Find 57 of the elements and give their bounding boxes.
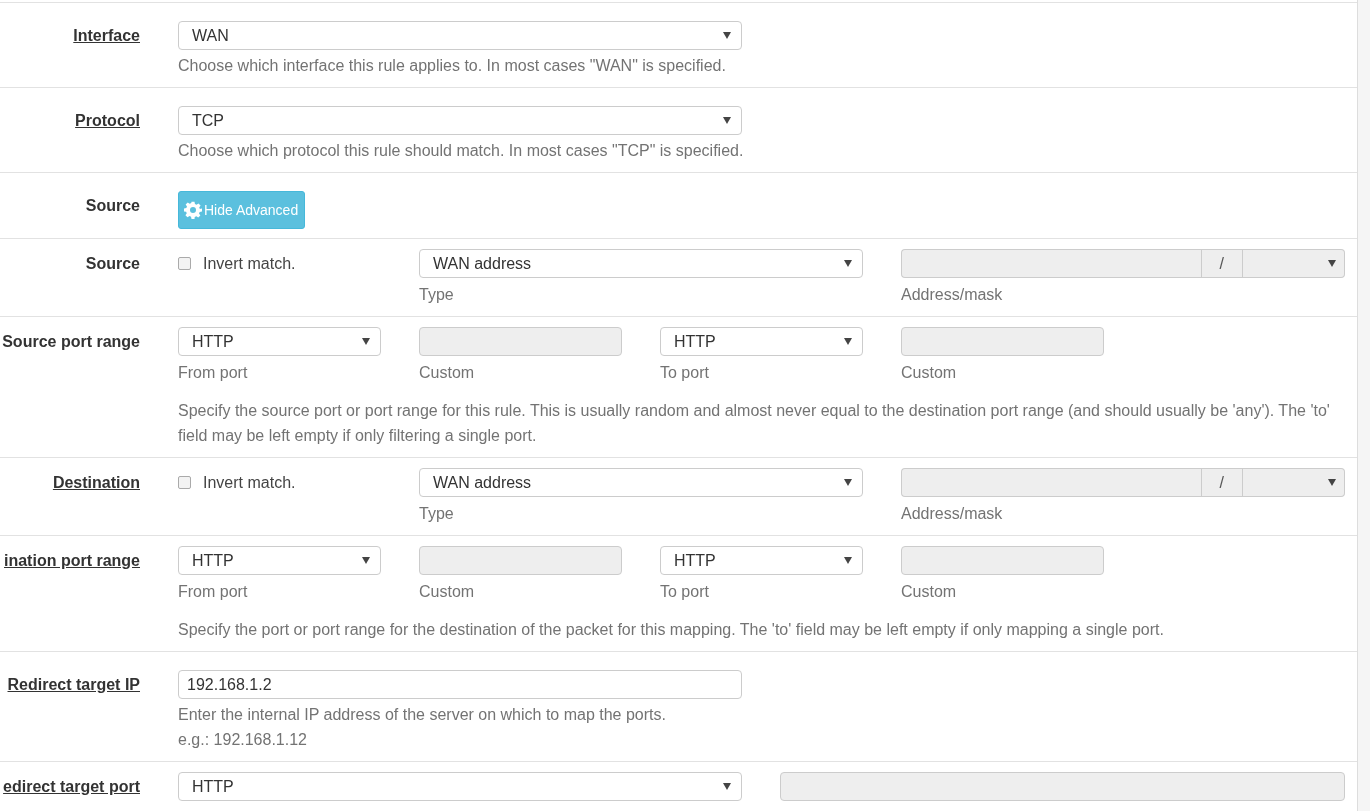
- checkbox[interactable]: [178, 257, 191, 270]
- label-link[interactable]: Protocol: [75, 112, 140, 129]
- help-text: Specify the source port or port range for this rule. This is usually random and almost never equal to the destination port range (and should usually be 'any'). The 'to' field may be left empty if only filtering a single port.: [178, 401, 1331, 446]
- caret-icon: [723, 32, 731, 39]
- caret-icon: [723, 117, 731, 124]
- checkbox-label: Invert match.: [203, 254, 296, 273]
- caret-icon: [1328, 260, 1336, 267]
- example-text: e.g.: 192.168.1.12: [178, 730, 308, 750]
- caret-icon: [723, 783, 731, 790]
- select-field[interactable]: WAN address: [419, 249, 863, 278]
- label-link[interactable]: edirect target port: [3, 778, 140, 795]
- field-label: Source: [85, 255, 140, 272]
- select-field[interactable]: HTTP: [660, 327, 863, 356]
- field-caption: Custom: [419, 363, 476, 383]
- select-field[interactable]: TCP: [178, 106, 742, 135]
- caret-icon: [844, 260, 852, 267]
- select-field[interactable]: HTTP: [178, 772, 742, 801]
- label-link[interactable]: Interface: [73, 27, 140, 44]
- caret-icon: [362, 338, 370, 345]
- select-field[interactable]: HTTP: [178, 327, 381, 356]
- select-field[interactable]: HTTP: [660, 546, 863, 575]
- slash-text: /: [1219, 473, 1224, 492]
- field-caption: From port: [178, 363, 249, 383]
- field-caption: To port: [660, 363, 710, 383]
- help-text: Choose which protocol this rule should match. In most cases "TCP" is specified.: [178, 141, 745, 161]
- field-caption: Address/mask: [901, 285, 1004, 305]
- mask-select[interactable]: [1243, 468, 1345, 497]
- field-label: Source: [85, 197, 140, 214]
- label-link[interactable]: Redirect target IP: [7, 676, 140, 693]
- caret-icon: [362, 557, 370, 564]
- field-caption: From port: [178, 582, 249, 602]
- field-caption: Type: [419, 504, 455, 524]
- help-text: Enter the internal IP address of the server on which to map the ports.: [178, 705, 667, 725]
- field-caption: Custom: [419, 582, 476, 602]
- gear-icon: [184, 201, 202, 219]
- checkbox[interactable]: [178, 476, 191, 489]
- checkbox-label: Invert match.: [203, 473, 296, 492]
- mask-select[interactable]: [1243, 249, 1345, 278]
- field-label: Source port range: [2, 333, 140, 350]
- field-caption: Custom: [901, 582, 958, 602]
- caret-icon: [844, 338, 852, 345]
- field-caption: Type: [419, 285, 455, 305]
- select-field[interactable]: WAN address: [419, 468, 863, 497]
- caret-icon: [844, 557, 852, 564]
- field-caption: To port: [660, 582, 710, 602]
- label-link[interactable]: ination port range: [4, 552, 140, 569]
- caret-icon: [1328, 479, 1336, 486]
- field-caption: Address/mask: [901, 504, 1004, 524]
- slash-text: /: [1219, 254, 1224, 273]
- text-field[interactable]: 192.168.1.2: [178, 670, 742, 699]
- select-field[interactable]: HTTP: [178, 546, 381, 575]
- select-field[interactable]: WAN: [178, 21, 742, 50]
- help-text: Choose which interface this rule applies to. In most cases "WAN" is specified.: [178, 56, 727, 76]
- field-caption: Custom: [901, 363, 958, 383]
- help-text: Specify the port or port range for the destination of the packet for this mapping. The 'to' field may be left empty if only mapping a single port.: [178, 620, 1165, 640]
- label-link[interactable]: Destination: [52, 474, 140, 491]
- caret-icon: [844, 479, 852, 486]
